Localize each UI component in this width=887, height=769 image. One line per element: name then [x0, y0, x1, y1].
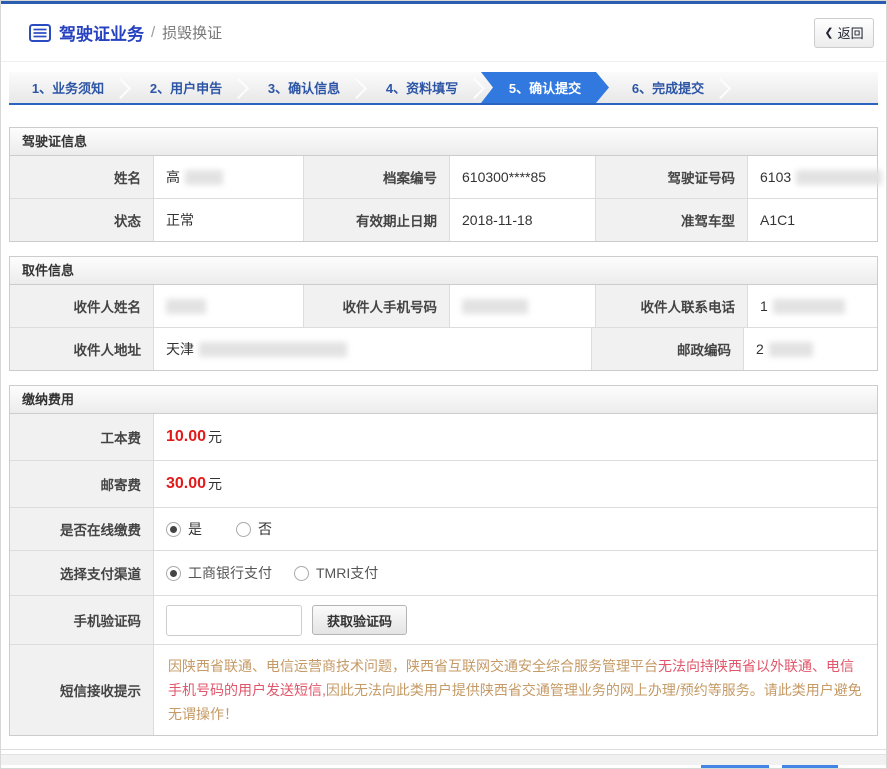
recipient-mobile-label: 收件人手机号码	[303, 285, 449, 327]
icbc-pay-radio[interactable]	[166, 565, 181, 581]
bottom-strip	[1, 754, 886, 765]
back-chevron-icon: ❮	[824, 27, 834, 39]
step-4-fill-data: 4、资料填写	[363, 72, 481, 103]
back-button[interactable]: ❮ 返回	[814, 17, 874, 48]
recipient-name-label: 收件人姓名	[10, 285, 153, 327]
name-value: 高	[153, 156, 303, 198]
step-5-confirm-submit-active: 5、确认提交	[481, 72, 609, 103]
work-fee-amount: 10.00	[166, 428, 207, 445]
sms-code-cell: 获取验证码	[153, 596, 877, 644]
breadcrumb-current: 损毁换证	[162, 25, 223, 42]
sms-notice-text: 因陕西省联通、电信运营商技术问题，陕西省互联网交通安全综合服务管理平台无法向持陕…	[153, 645, 877, 735]
step-2-declare: 2、用户申告	[127, 72, 245, 103]
payment-title: 缴纳费用	[10, 386, 877, 414]
step-6-complete: 6、完成提交	[609, 72, 727, 103]
online-pay-label: 是否在线缴费	[10, 508, 153, 550]
name-label: 姓名	[10, 156, 153, 198]
work-fee-unit: 元	[208, 429, 223, 445]
postage-fee-label: 邮寄费	[10, 461, 153, 507]
table-row: 收件人姓名 收件人手机号码 收件人联系电话 1	[10, 285, 877, 327]
recipient-phone-value: 1	[747, 285, 877, 327]
table-row: 收件人地址 天津 邮政编码 2	[10, 327, 877, 370]
redaction-blur	[768, 341, 813, 357]
pay-channel-options: 工商银行支付 TMRI支付	[153, 551, 877, 595]
tmri-pay-label: TMRI支付	[316, 565, 379, 581]
status-label: 状态	[10, 199, 153, 241]
tmri-pay-option[interactable]: TMRI支付	[294, 563, 378, 583]
license-no-label: 驾驶证号码	[595, 156, 747, 198]
online-pay-yes-radio[interactable]	[166, 521, 181, 537]
table-row: 手机验证码 获取验证码	[10, 595, 877, 644]
online-pay-options: 是 否	[153, 508, 877, 550]
online-pay-yes-option[interactable]: 是	[166, 519, 202, 539]
sms-code-label: 手机验证码	[10, 596, 153, 644]
expiry-value: 2018-11-18	[449, 199, 595, 241]
pay-channel-label: 选择支付渠道	[10, 551, 153, 595]
redaction-blur	[185, 169, 223, 185]
table-row: 短信接收提示 因陕西省联通、电信运营商技术问题，陕西省互联网交通安全综合服务管理…	[10, 644, 877, 735]
step-progress-bar: 1、业务须知 2、用户申告 3、确认信息 4、资料填写 5、确认提交 6、完成提…	[9, 72, 878, 105]
step-3-confirm-info: 3、确认信息	[245, 72, 363, 103]
recipient-name-value	[153, 285, 303, 327]
tmri-pay-radio[interactable]	[294, 565, 309, 581]
recipient-mobile-value	[449, 285, 595, 327]
recipient-phone-label: 收件人联系电话	[595, 285, 747, 327]
recipient-address-value: 天津	[153, 328, 591, 370]
expiry-label: 有效期止日期	[303, 199, 449, 241]
redaction-blur	[199, 341, 347, 357]
redaction-blur	[462, 298, 528, 314]
postage-fee-amount: 30.00	[166, 475, 207, 492]
file-no-value: 610300****85	[449, 156, 595, 198]
table-row: 姓名 高 档案编号 610300****85 驾驶证号码 6103	[10, 156, 883, 198]
table-row: 状态 正常 有效期止日期 2018-11-18 准驾车型 A1C1	[10, 198, 877, 241]
payment-section: 缴纳费用 工本费 10.00 元 邮寄费 30.00 元 是否在线缴费 是 否 …	[9, 385, 878, 736]
back-label: 返回	[837, 26, 864, 41]
work-fee-value: 10.00 元	[153, 414, 877, 460]
redaction-blur	[796, 169, 883, 185]
online-pay-yes-label: 是	[188, 521, 202, 537]
license-info-title: 驾驶证信息	[10, 128, 877, 156]
redaction-blur	[166, 298, 206, 314]
postage-fee-value: 30.00 元	[153, 461, 877, 507]
table-row: 选择支付渠道 工商银行支付 TMRI支付	[10, 550, 877, 595]
icbc-pay-option[interactable]: 工商银行支付	[166, 563, 272, 583]
table-row: 邮寄费 30.00 元	[10, 460, 877, 507]
zip-code-label: 邮政编码	[591, 328, 743, 370]
redaction-blur	[772, 298, 845, 314]
postage-fee-unit: 元	[208, 476, 223, 492]
breadcrumb-separator: /	[151, 24, 156, 41]
recipient-address-label: 收件人地址	[10, 328, 153, 370]
pickup-info-title: 取件信息	[10, 257, 877, 285]
vehicle-class-value: A1C1	[747, 199, 877, 241]
status-value: 正常	[153, 199, 303, 241]
online-pay-no-radio[interactable]	[236, 521, 251, 537]
vehicle-class-label: 准驾车型	[595, 199, 747, 241]
get-code-button[interactable]: 获取验证码	[312, 605, 408, 635]
online-pay-no-option[interactable]: 否	[236, 519, 272, 539]
header: 驾驶证业务 / 损毁换证 ❮ 返回	[1, 4, 886, 62]
form-list-icon	[29, 23, 51, 42]
table-row: 工本费 10.00 元	[10, 414, 877, 460]
zip-code-value: 2	[743, 328, 877, 370]
file-no-label: 档案编号	[303, 156, 449, 198]
sms-notice-label: 短信接收提示	[10, 645, 153, 735]
work-fee-label: 工本费	[10, 414, 153, 460]
online-pay-no-label: 否	[258, 521, 272, 537]
license-no-value: 6103	[747, 156, 886, 198]
icbc-pay-label: 工商银行支付	[188, 565, 272, 581]
license-info-section: 驾驶证信息 姓名 高 档案编号 610300****85 驾驶证号码 6103 …	[9, 127, 883, 242]
pickup-info-section: 取件信息 收件人姓名 收件人手机号码 收件人联系电话 1 收件人地址 天津 邮政…	[9, 256, 878, 371]
page-title: 驾驶证业务	[59, 25, 144, 44]
step-1-notice: 1、业务须知	[9, 72, 127, 103]
sms-code-input[interactable]	[166, 604, 302, 636]
table-row: 是否在线缴费 是 否	[10, 507, 877, 550]
page: 驾驶证业务 / 损毁换证 ❮ 返回 1、业务须知 2、用户申告 3、确认信息 4…	[0, 0, 887, 769]
notice-part-1: 因陕西省联通、电信运营商技术问题，陕西省互联网交通安全综合服务管理平台	[168, 658, 658, 674]
